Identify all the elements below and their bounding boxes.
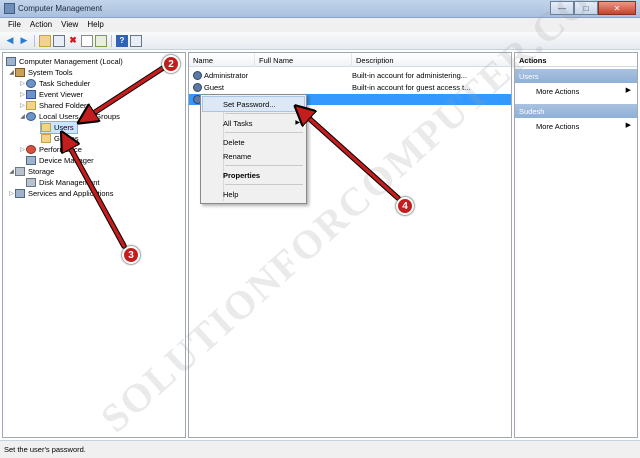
minimize-button[interactable]: — <box>550 1 574 15</box>
context-menu: Set Password... All Tasks ▶ Delete Renam… <box>200 94 307 204</box>
device-manager-icon <box>26 156 36 165</box>
shared-folder-icon <box>26 101 36 110</box>
actions-pane: Actions Users More Actions ▶ Sudesh More… <box>514 52 638 438</box>
show-hide-tree-icon[interactable] <box>53 34 65 47</box>
submenu-arrow-icon: ▶ <box>625 87 631 94</box>
expand-icon[interactable]: ▷ <box>19 91 26 98</box>
menu-rename[interactable]: Rename <box>203 149 304 163</box>
tree-users[interactable]: Users <box>40 121 78 134</box>
menu-properties[interactable]: Properties <box>203 168 304 182</box>
toolbar: ◀ ▶ ✖ ? <box>0 32 640 50</box>
user-icon <box>193 83 202 92</box>
tree-root[interactable]: Computer Management (Local) <box>6 56 123 67</box>
computer-icon <box>6 57 16 66</box>
list-item[interactable]: Guest Built-in account for guest access … <box>189 82 511 93</box>
performance-icon <box>26 145 36 154</box>
forward-icon[interactable]: ▶ <box>18 35 30 47</box>
maximize-button[interactable]: □ <box>574 1 598 15</box>
tree-services-apps[interactable]: ▷ Services and Applications <box>8 188 113 199</box>
tree-device-manager[interactable]: Device Manager <box>26 155 94 166</box>
column-name[interactable]: Name <box>189 53 255 67</box>
event-viewer-icon <box>26 90 36 99</box>
menu-delete[interactable]: Delete <box>203 135 304 149</box>
computer-management-icon <box>4 3 15 14</box>
expand-icon[interactable]: ▷ <box>8 190 15 197</box>
clock-icon <box>26 79 36 88</box>
menu-bar: File Action View Help <box>0 18 640 32</box>
list-header: Name Full Name Description <box>189 53 511 67</box>
expand-icon[interactable]: ▷ <box>19 146 26 153</box>
user-icon <box>193 71 202 80</box>
menu-action[interactable]: Action <box>26 18 57 32</box>
actions-section-users[interactable]: Users <box>515 69 637 83</box>
list-item[interactable]: Administrator Built-in account for admin… <box>189 70 511 81</box>
more-actions-users[interactable]: More Actions ▶ <box>515 84 637 97</box>
tree-task-scheduler[interactable]: ▷ Task Scheduler <box>19 78 90 89</box>
console-tree: Computer Management (Local) ◢ System Too… <box>2 52 186 438</box>
tree-shared-folders[interactable]: ▷ Shared Folders <box>19 100 90 111</box>
column-description[interactable]: Description <box>352 53 511 67</box>
tree-disk-management[interactable]: Disk Management <box>26 177 99 188</box>
tree-event-viewer[interactable]: ▷ Event Viewer <box>19 89 83 100</box>
tree-local-users-groups[interactable]: ◢ Local Users and Groups <box>19 111 120 122</box>
export-icon[interactable] <box>95 34 107 47</box>
folder-icon <box>41 134 51 143</box>
more-actions-sudesh[interactable]: More Actions ▶ <box>515 119 637 132</box>
properties-icon[interactable] <box>81 34 93 47</box>
collapse-icon[interactable]: ◢ <box>8 168 15 175</box>
tree-storage[interactable]: ◢ Storage <box>8 166 54 177</box>
menu-file[interactable]: File <box>4 18 26 32</box>
help-icon[interactable]: ? <box>116 34 128 47</box>
collapse-icon[interactable]: ◢ <box>19 113 26 120</box>
submenu-arrow-icon: ▶ <box>295 120 300 126</box>
status-bar: Set the user's password. <box>0 440 640 458</box>
close-button[interactable]: ✕ <box>598 1 636 15</box>
expand-icon[interactable]: ▷ <box>19 102 26 109</box>
toolbox-icon <box>15 68 25 77</box>
expand-icon[interactable]: ▷ <box>19 80 26 87</box>
folder-icon <box>41 123 51 132</box>
up-folder-icon[interactable] <box>39 34 51 47</box>
title-bar: Computer Management — □ ✕ <box>0 0 640 18</box>
column-full-name[interactable]: Full Name <box>255 53 352 67</box>
storage-icon <box>15 167 25 176</box>
menu-set-password[interactable]: Set Password... <box>202 96 305 112</box>
show-hide-action-pane-icon[interactable] <box>130 34 142 47</box>
submenu-arrow-icon: ▶ <box>625 122 631 129</box>
users-group-icon <box>26 112 36 121</box>
menu-help[interactable]: Help <box>83 18 108 32</box>
back-icon[interactable]: ◀ <box>4 35 16 47</box>
disk-icon <box>26 178 36 187</box>
services-icon <box>15 189 25 198</box>
menu-view[interactable]: View <box>57 18 83 32</box>
tree-performance[interactable]: ▷ Performance <box>19 144 82 155</box>
actions-section-sudesh[interactable]: Sudesh <box>515 104 637 118</box>
actions-header: Actions <box>515 53 637 67</box>
tree-system-tools[interactable]: ◢ System Tools <box>8 67 72 78</box>
delete-icon[interactable]: ✖ <box>67 35 79 47</box>
collapse-icon[interactable]: ◢ <box>8 69 15 76</box>
menu-help[interactable]: Help <box>203 187 304 201</box>
menu-all-tasks[interactable]: All Tasks ▶ <box>203 116 304 130</box>
window-title: Computer Management <box>18 4 103 13</box>
tree-groups[interactable]: Groups <box>41 133 79 144</box>
